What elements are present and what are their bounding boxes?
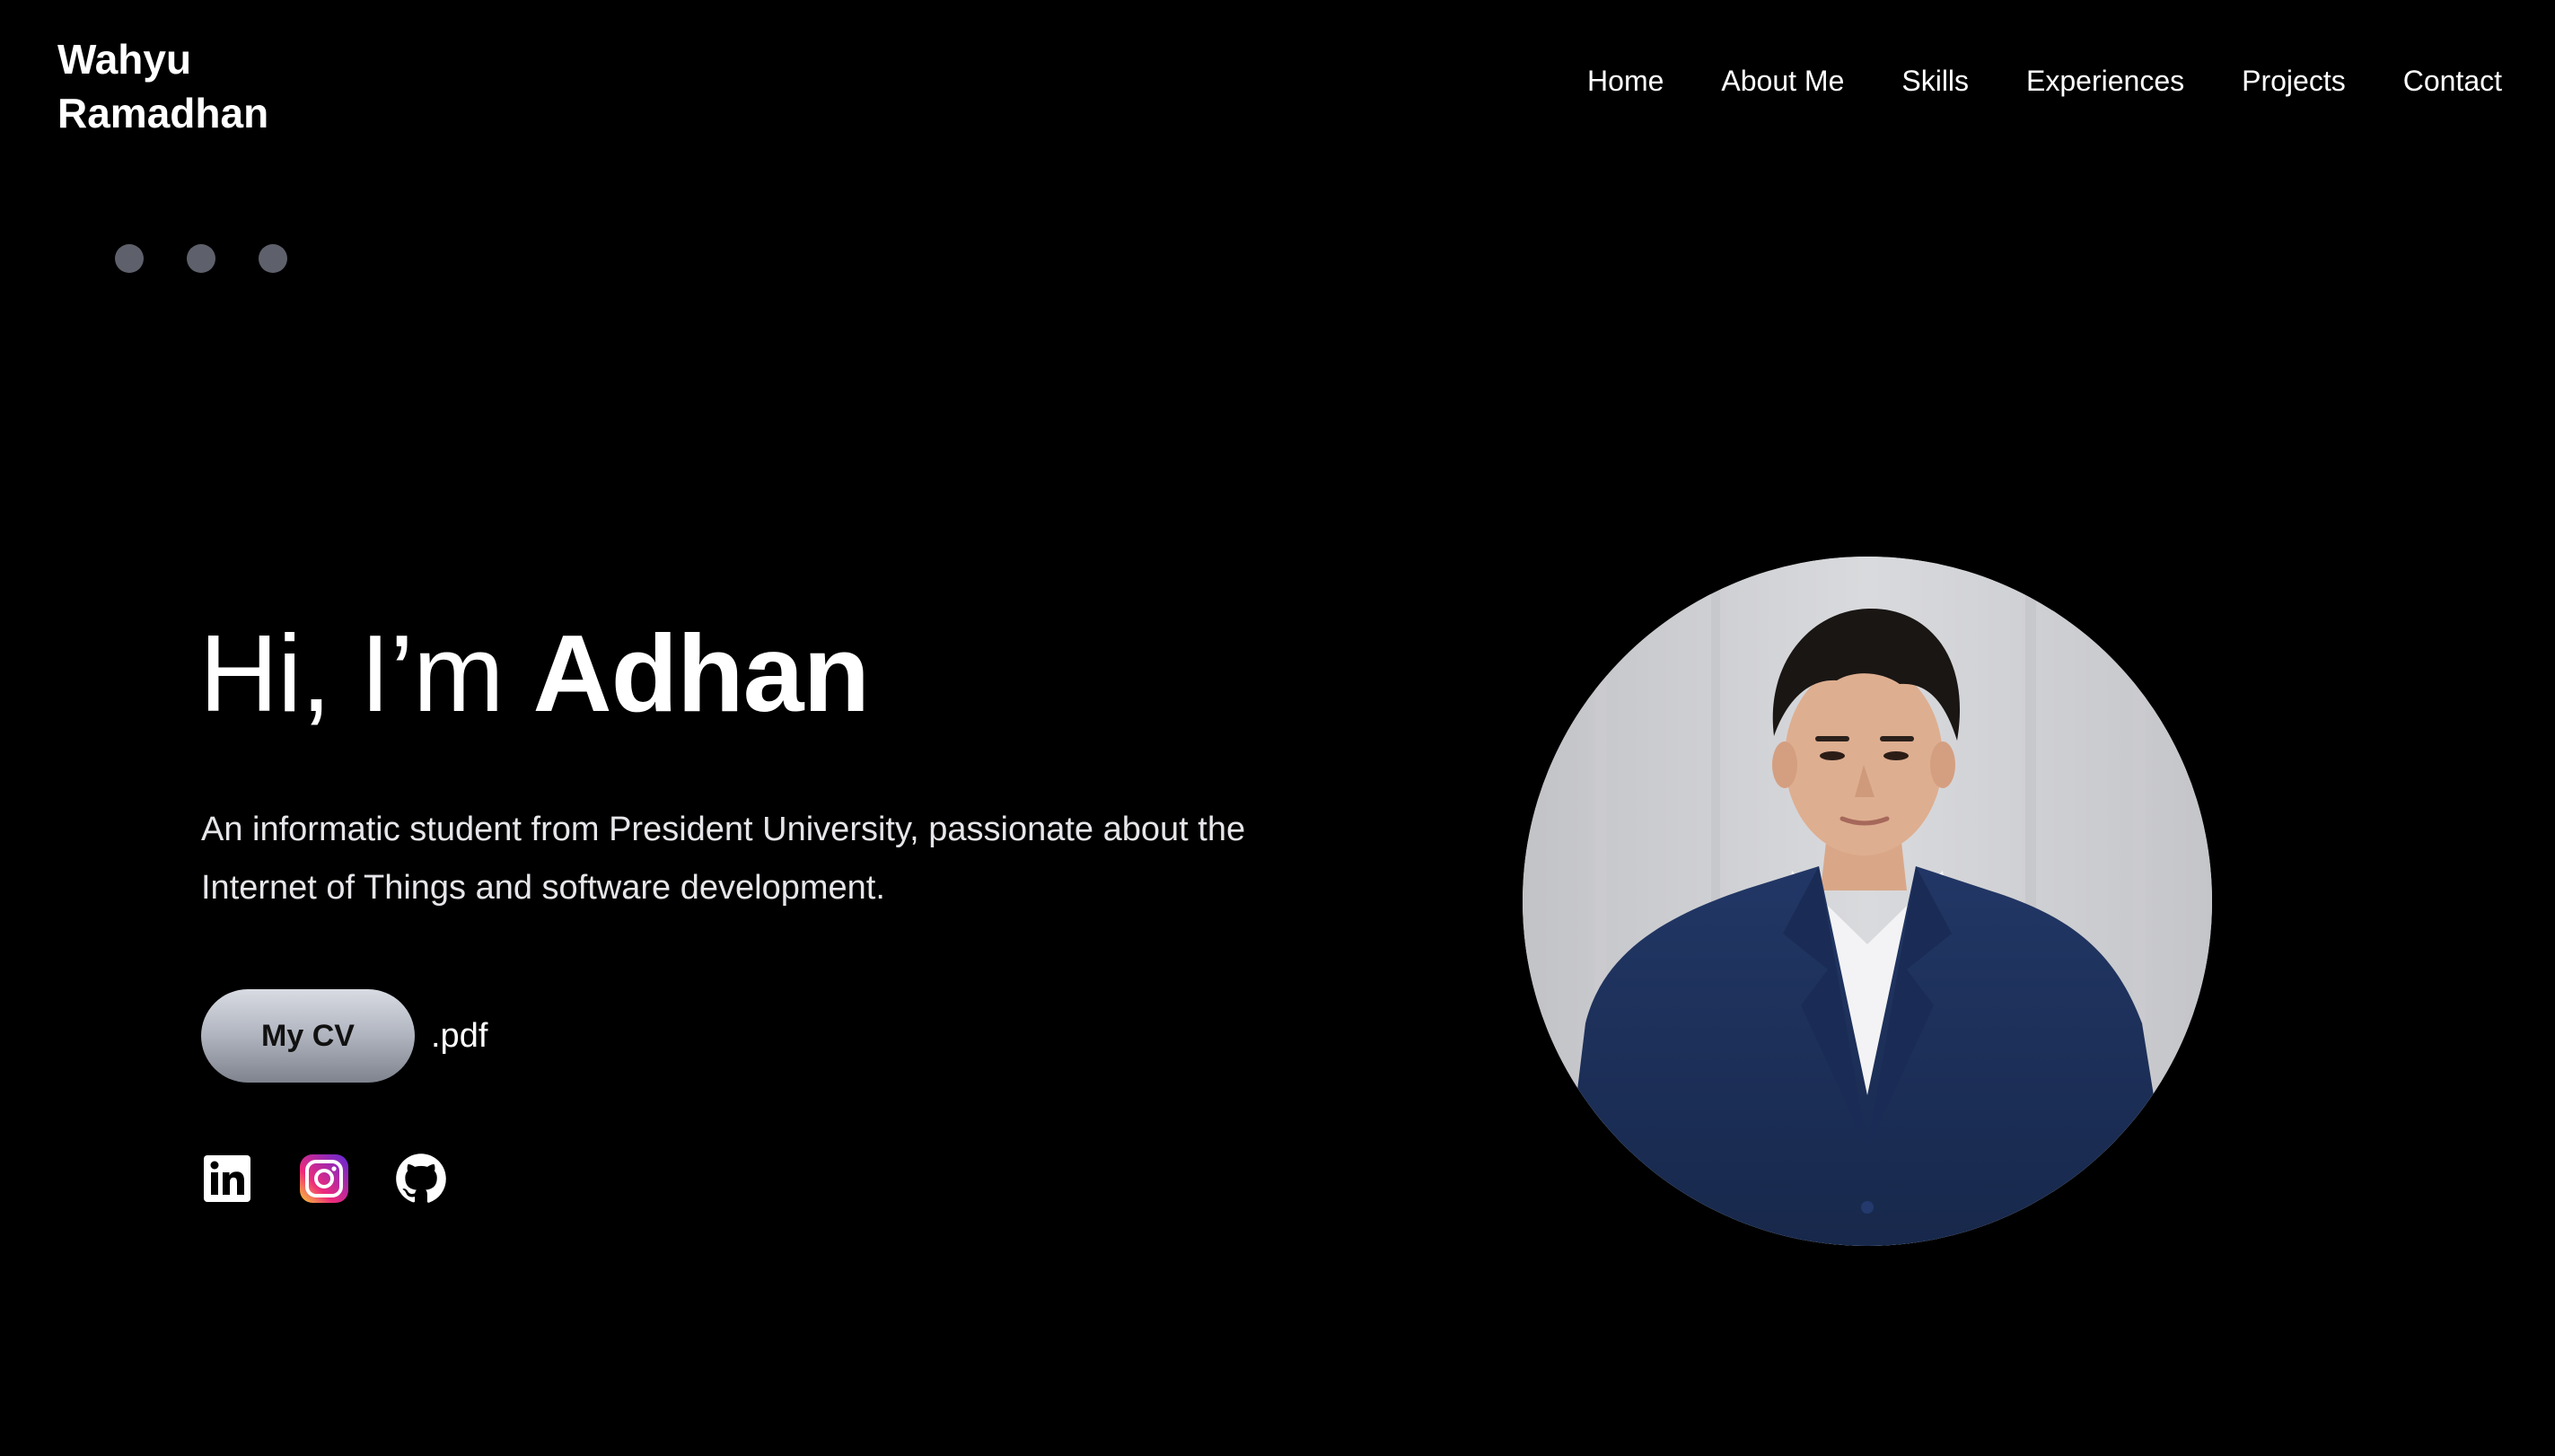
person-illustration bbox=[1523, 557, 2212, 1246]
logo-last-name: Ramadhan bbox=[57, 90, 269, 136]
hero-name: Adhan bbox=[532, 612, 871, 734]
site-logo[interactable]: Wahyu Ramadhan bbox=[57, 32, 268, 140]
hero-title: Hi, I’m Adhan bbox=[199, 610, 871, 736]
dot-3 bbox=[259, 244, 287, 273]
nav-home[interactable]: Home bbox=[1587, 65, 1664, 98]
profile-photo bbox=[1523, 557, 2212, 1246]
main-nav: Home About Me Skills Experiences Project… bbox=[1587, 65, 2502, 98]
instagram-icon[interactable] bbox=[298, 1153, 350, 1205]
nav-projects[interactable]: Projects bbox=[2242, 65, 2346, 98]
cv-file-extension: .pdf bbox=[431, 1016, 488, 1055]
hero-description: An informatic student from President Uni… bbox=[201, 811, 1246, 907]
nav-about-me[interactable]: About Me bbox=[1721, 65, 1844, 98]
hero-greeting: Hi, I’m bbox=[199, 612, 533, 734]
nav-experiences[interactable]: Experiences bbox=[2026, 65, 2184, 98]
github-icon[interactable] bbox=[395, 1153, 447, 1205]
dot-2 bbox=[187, 244, 215, 273]
cv-download: My CV .pdf bbox=[201, 989, 487, 1083]
linkedin-icon[interactable] bbox=[201, 1153, 253, 1205]
nav-contact[interactable]: Contact bbox=[2403, 65, 2502, 98]
nav-skills[interactable]: Skills bbox=[1901, 65, 1969, 98]
dot-1 bbox=[115, 244, 144, 273]
social-links bbox=[201, 1153, 447, 1205]
decorative-dots bbox=[115, 244, 287, 273]
logo-first-name: Wahyu bbox=[57, 36, 192, 83]
cv-button[interactable]: My CV bbox=[201, 989, 415, 1083]
